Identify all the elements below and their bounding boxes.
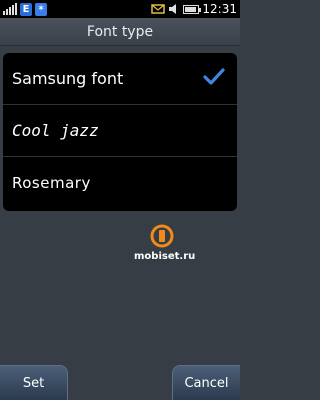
clock: 12:31 — [202, 2, 237, 16]
network-e-icon: E — [20, 2, 32, 16]
bluetooth-icon: ✶ — [35, 2, 47, 16]
set-button[interactable]: Set — [0, 365, 68, 400]
list-item-rosemary[interactable]: Rosemary — [3, 157, 237, 209]
list-item-label: Rosemary — [12, 174, 91, 192]
signal-icon — [3, 3, 17, 15]
cancel-button[interactable]: Cancel — [172, 365, 240, 400]
checkmark-icon — [203, 68, 225, 85]
notification-icon — [151, 4, 166, 14]
watermark-text: mobiset.ru — [134, 251, 196, 262]
status-bar: E ✶ 12:31 — [0, 0, 240, 18]
title-bar: Font type — [0, 18, 240, 46]
speaker-icon — [169, 4, 177, 14]
list-item-cool-jazz[interactable]: Cool jazz — [3, 105, 237, 157]
mobiset-logo-icon — [150, 224, 174, 248]
page-title: Font type — [86, 23, 154, 40]
list-item-samsung-font[interactable]: Samsung font — [3, 53, 237, 105]
list-item-label: Cool jazz — [12, 121, 99, 140]
list-item-label: Samsung font — [12, 69, 124, 88]
font-type-list: Samsung font Cool jazz Rosemary — [3, 53, 237, 211]
battery-icon — [183, 4, 202, 14]
